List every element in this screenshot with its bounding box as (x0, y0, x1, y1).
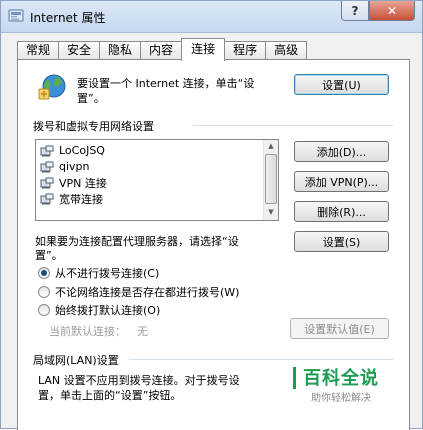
connection-item[interactable]: qivpn (40, 159, 90, 174)
tab-general[interactable]: 常规 (17, 41, 60, 60)
proxy-description-line1: 如果要为连接配置代理服务器，请选择“设 (35, 235, 239, 248)
connection-item[interactable]: VPN 连接 (40, 175, 107, 190)
setup-description-line1: 要设置一个 Internet 连接，单击“设 (77, 77, 255, 90)
dialup-group-label: 拨号和虚拟专用网络设置 (33, 118, 158, 134)
connection-item[interactable]: 宽带连接 (40, 191, 103, 206)
dialup-group-divider (193, 125, 393, 126)
listbox-scrollbar[interactable]: ▲ ▼ (263, 140, 278, 220)
baike-watermark: 百科全说 助你轻松解决 (289, 362, 419, 408)
scrollbar-thumb[interactable] (265, 154, 277, 204)
internet-options-icon (8, 9, 24, 22)
help-button[interactable]: ? (341, 1, 369, 21)
connection-item[interactable]: LoCoJSQ (40, 143, 105, 158)
tab-privacy[interactable]: 隐私 (99, 41, 142, 60)
watermark-title: 百科全说 (303, 368, 379, 389)
radio-label: 始终拨打默认连接(O) (55, 304, 161, 317)
tab-connections[interactable]: 连接 (181, 38, 226, 61)
connection-name: 宽带连接 (59, 192, 103, 206)
internet-properties-dialog: Internet 属性 ? ✕ 常规 安全 隐私 内容 连接 程序 高级 要设置… (0, 0, 423, 430)
current-default-value: 无 (137, 325, 148, 338)
globe-connection-icon (38, 74, 66, 100)
proxy-description-line2: 置”。 (35, 249, 63, 262)
current-default-label: 当前默认连接： (49, 325, 126, 338)
lan-group-divider (129, 359, 393, 360)
add-vpn-button[interactable]: 添加 VPN(P)... (294, 171, 389, 192)
set-default-button[interactable]: 设置默认值(E) (290, 318, 389, 339)
window-title: Internet 属性 (30, 11, 106, 25)
watermark-subtitle: 助你轻松解决 (311, 393, 371, 404)
tab-security[interactable]: 安全 (58, 41, 101, 60)
radio-label: 不论网络连接是否存在都进行拨号(W) (55, 286, 240, 299)
lan-group-label: 局域网(LAN)设置 (33, 352, 123, 368)
delete-connection-button[interactable]: 删除(R)... (294, 201, 389, 222)
connections-listbox[interactable]: LoCoJSQ qivpn VPN 连接 宽带连接 ▲ ▼ (35, 139, 279, 221)
radio-checked-icon[interactable] (38, 267, 50, 279)
vpn-connection-icon (40, 177, 54, 188)
close-button[interactable]: ✕ (369, 1, 415, 21)
dialup-connection-icon (40, 145, 54, 156)
tab-programs[interactable]: 程序 (224, 41, 267, 60)
radio-always-dial-default[interactable]: 始终拨打默认连接(O) (38, 303, 160, 317)
tab-advanced[interactable]: 高级 (265, 41, 308, 60)
setup-description-line2: 置”。 (77, 92, 105, 105)
watermark-logo-icon (293, 367, 296, 389)
tab-content[interactable]: 内容 (140, 41, 183, 60)
connection-name: VPN 连接 (59, 176, 107, 190)
scroll-up-icon[interactable]: ▲ (266, 142, 276, 152)
radio-unchecked-icon[interactable] (38, 304, 50, 316)
lan-description-line2: 置，单击上面的“设置”按钮。 (38, 389, 182, 402)
broadband-connection-icon (40, 193, 54, 204)
scroll-down-icon[interactable]: ▼ (266, 208, 276, 218)
radio-label: 从不进行拨号连接(C) (55, 267, 160, 280)
tab-strip: 常规 安全 隐私 内容 连接 程序 高级 (17, 38, 308, 61)
lan-description-line1: LAN 设置不应用到拨号连接。对于拨号设 (38, 374, 240, 387)
radio-unchecked-icon[interactable] (38, 286, 50, 298)
title-bar: Internet 属性 ? ✕ (1, 1, 422, 33)
radio-never-dial[interactable]: 从不进行拨号连接(C) (38, 266, 159, 280)
dialup-connection-icon (40, 161, 54, 172)
connection-name: LoCoJSQ (59, 144, 105, 157)
radio-dial-whenever[interactable]: 不论网络连接是否存在都进行拨号(W) (38, 285, 239, 299)
proxy-settings-button[interactable]: 设置(S) (294, 231, 389, 252)
add-connection-button[interactable]: 添加(D)... (294, 141, 389, 162)
connection-name: qivpn (59, 160, 90, 173)
setup-button[interactable]: 设置(U) (294, 74, 389, 95)
